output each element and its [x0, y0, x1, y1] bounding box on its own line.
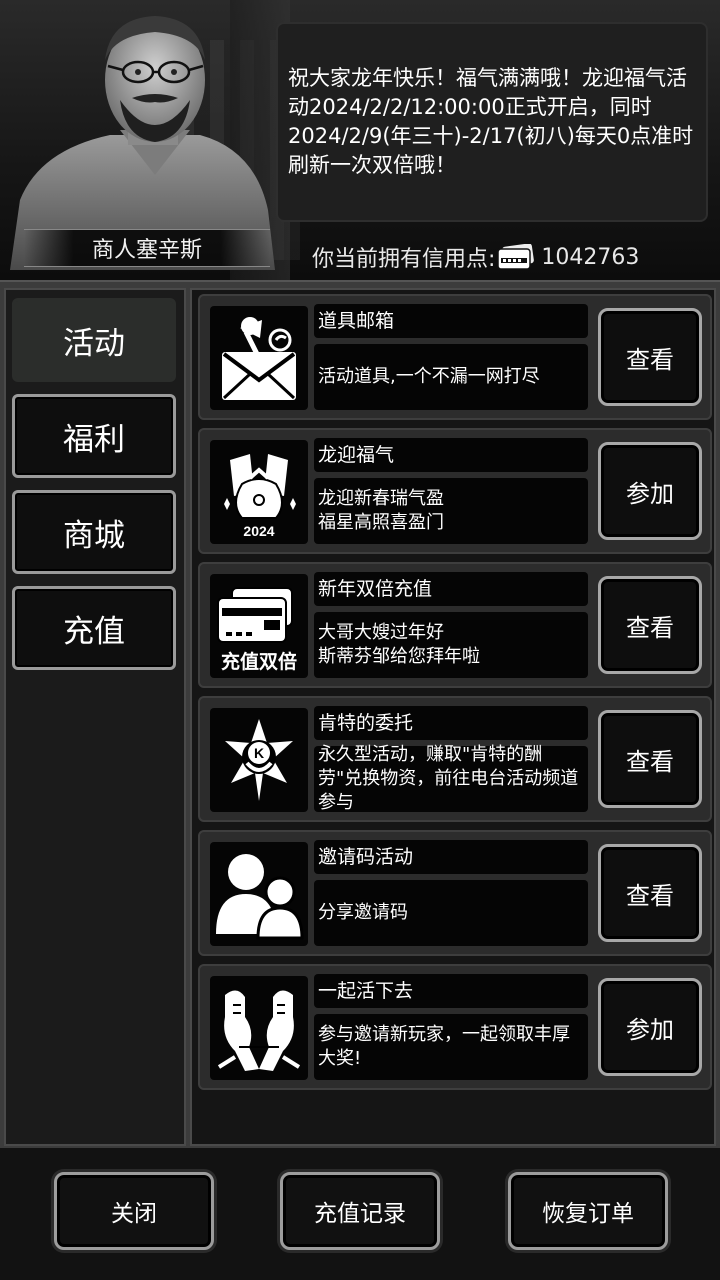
activity-icon-box: K	[210, 708, 308, 812]
tab-label: 福利	[63, 421, 125, 458]
thumbs-up-hands-icon	[217, 990, 301, 1071]
view-button[interactable]: 查看	[598, 576, 702, 674]
join-button[interactable]: 参加	[598, 442, 702, 540]
view-button[interactable]: 查看	[598, 844, 702, 942]
activity-title: 道具邮箱	[314, 304, 588, 338]
users-icon	[216, 854, 304, 940]
lucky-bag-2024-icon: 2024	[224, 454, 296, 539]
tab-label: 商城	[63, 517, 125, 554]
activity-title: 一起活下去	[314, 974, 588, 1008]
activity-icon-box	[210, 976, 308, 1080]
activity-desc: 活动道具,一个不漏一网打尽	[314, 344, 588, 410]
close-button[interactable]: 关闭	[54, 1172, 214, 1250]
activity-desc: 分享邀请码	[314, 880, 588, 946]
activity-desc: 大哥大嫂过年好 斯蒂芬邹给您拜年啦	[314, 612, 588, 678]
double-recharge-card-icon: 充值双倍	[217, 587, 297, 672]
shop-panel: 活动 福利 商城 充值 道具邮箱 活动道具,一个不漏一网打尽 查看 2024 龙…	[0, 280, 720, 1148]
announcement-text: 祝大家龙年快乐！福气满满哦！龙迎福气活动2024/2/2/12:00:00正式开…	[288, 66, 694, 177]
activity-desc: 永久型活动，赚取"肯特的酬劳"兑换物资，前往电台活动频道参与	[314, 744, 588, 813]
activity-card: 充值双倍 新年双倍充值 大哥大嫂过年好 斯蒂芬邹给您拜年啦 查看	[198, 562, 712, 688]
credit-balance: 你当前拥有信用点: 1042763	[312, 240, 639, 274]
kent-emblem-icon: K	[225, 719, 293, 801]
svg-text:充值双倍: 充值双倍	[221, 650, 297, 672]
tab-store[interactable]: 商城	[12, 490, 176, 574]
activity-card: 道具邮箱 活动道具,一个不漏一网打尽 查看	[198, 294, 712, 420]
activity-card: 邀请码活动 分享邀请码 查看	[198, 830, 712, 956]
activity-card: 一起活下去 参与邀请新玩家，一起领取丰厚大奖! 参加	[198, 964, 712, 1090]
activity-title: 肯特的委托	[314, 706, 588, 740]
credit-value: 1042763	[541, 244, 640, 270]
npc-name-plate: 商人塞辛斯	[24, 229, 270, 267]
activity-card: 2024 龙迎福气 龙迎新春瑞气盈 福星高照喜盈门 参加	[198, 428, 712, 554]
category-sidebar: 活动 福利 商城 充值	[4, 288, 186, 1146]
activity-desc-text: 活动道具,一个不漏一网打尽	[318, 366, 540, 387]
restore-order-button[interactable]: 恢复订单	[508, 1172, 668, 1250]
activity-list: 道具邮箱 活动道具,一个不漏一网打尽 查看 2024 龙迎福气 龙迎新春瑞气盈 …	[190, 288, 716, 1146]
activity-desc: 参与邀请新玩家，一起领取丰厚大奖!	[314, 1014, 588, 1080]
view-button[interactable]: 查看	[598, 710, 702, 808]
activity-desc-text: 龙迎新春瑞气盈 福星高照喜盈门	[318, 488, 444, 533]
view-button[interactable]: 查看	[598, 308, 702, 406]
recharge-record-button[interactable]: 充值记录	[280, 1172, 440, 1250]
tab-label: 活动	[63, 325, 125, 362]
mail-pin-icon	[222, 317, 296, 400]
activity-desc: 龙迎新春瑞气盈 福星高照喜盈门	[314, 478, 588, 544]
footer-bar: 关闭 充值记录 恢复订单	[0, 1148, 720, 1280]
credit-card-icon	[497, 244, 535, 270]
credit-label: 你当前拥有信用点:	[312, 247, 496, 272]
tab-recharge[interactable]: 充值	[12, 586, 176, 670]
announcement-bubble: 祝大家龙年快乐！福气满满哦！龙迎福气活动2024/2/2/12:00:00正式开…	[276, 22, 708, 222]
activity-icon-box	[210, 842, 308, 946]
svg-text:K: K	[254, 745, 264, 761]
activity-desc-text: 永久型活动，赚取"肯特的酬劳"兑换物资，前往电台活动频道参与	[318, 744, 579, 813]
activity-card: K 肯特的委托 永久型活动，赚取"肯特的酬劳"兑换物资，前往电台活动频道参与 查…	[198, 696, 712, 822]
svg-text:2024: 2024	[243, 523, 274, 539]
activity-desc-text: 分享邀请码	[318, 902, 408, 923]
activity-desc-text: 参与邀请新玩家，一起领取丰厚大奖!	[318, 1024, 570, 1069]
tab-welfare[interactable]: 福利	[12, 394, 176, 478]
activity-icon-box: 充值双倍	[210, 574, 308, 678]
activity-icon-box: 2024	[210, 440, 308, 544]
activity-icon-box	[210, 306, 308, 410]
tab-activity[interactable]: 活动	[12, 298, 176, 382]
activity-title: 新年双倍充值	[314, 572, 588, 606]
activity-title: 龙迎福气	[314, 438, 588, 472]
activity-desc-text: 大哥大嫂过年好 斯蒂芬邹给您拜年啦	[318, 622, 480, 667]
join-button[interactable]: 参加	[598, 978, 702, 1076]
npc-name: 商人塞辛斯	[91, 238, 202, 263]
npc-header: 商人塞辛斯 祝大家龙年快乐！福气满满哦！龙迎福气活动2024/2/2/12:00…	[0, 0, 720, 280]
tab-label: 充值	[63, 613, 125, 650]
activity-title: 邀请码活动	[314, 840, 588, 874]
